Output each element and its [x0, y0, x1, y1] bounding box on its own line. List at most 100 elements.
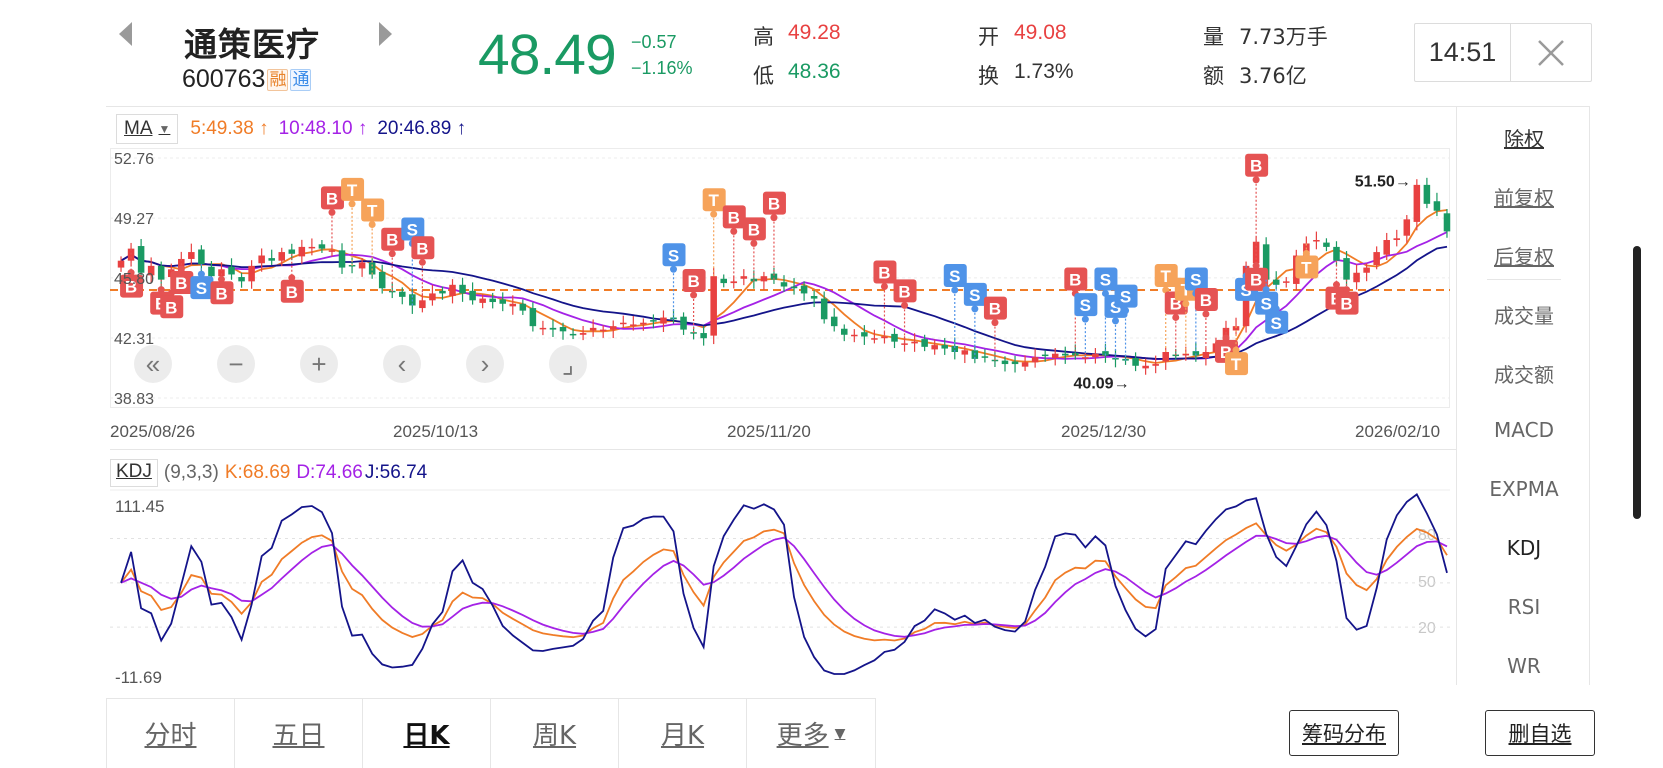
tab-daily-k[interactable]: 日K	[363, 699, 491, 768]
candle-body	[1272, 279, 1280, 285]
candle-body	[248, 265, 255, 282]
pan-right-icon: ›	[481, 349, 490, 379]
tab-more[interactable]: 更多 ▼	[747, 699, 875, 768]
candle-body	[308, 246, 316, 249]
option-backward-adjusted[interactable]: 后复权	[1457, 241, 1591, 270]
candlestick-chart[interactable]: BBBBSBBBTTBSBSBTBBBBBSSBBSSSSTBTSBBTSBSS…	[110, 148, 1456, 448]
candle-body	[459, 284, 466, 294]
y-tick-label: 49.27	[114, 211, 154, 228]
candle-body	[1021, 362, 1029, 367]
kdj-j-value: J:56.74	[364, 462, 428, 483]
x-tick-label: 2026/02/10	[1355, 422, 1441, 441]
price-change-percent: −1.16%	[631, 58, 693, 78]
previous-stock-arrow-icon[interactable]	[119, 22, 132, 46]
candle-body	[509, 303, 517, 307]
option-macd[interactable]: MACD	[1457, 418, 1591, 442]
trade-marker-label: S	[1120, 288, 1131, 307]
candle-body	[901, 343, 908, 345]
kdj-d-line	[120, 534, 1448, 638]
candle-body	[1132, 358, 1139, 366]
x-tick-label: 2025/12/30	[1061, 422, 1147, 441]
marker-dot	[730, 227, 738, 235]
candle-body	[660, 317, 667, 324]
stock-code: 600763	[182, 65, 266, 93]
candle-body	[861, 332, 868, 337]
close-button[interactable]	[1511, 24, 1591, 81]
stock-code-row: 600763 融 通	[182, 65, 312, 94]
y-tick-label: 52.76	[114, 151, 154, 168]
candle-body	[760, 276, 768, 282]
trade-marker-label: S	[969, 286, 980, 305]
current-price: 48.49	[478, 23, 617, 87]
option-volume[interactable]: 成交量	[1457, 300, 1591, 329]
candle-body	[117, 260, 125, 268]
max-price-label: 51.50→	[1355, 174, 1411, 191]
low-value: 48.36	[788, 60, 841, 83]
marker-dot	[901, 301, 909, 309]
candle-body	[881, 336, 888, 339]
trade-marker-label: T	[367, 201, 378, 220]
tab-intraday[interactable]: 分时	[107, 699, 235, 768]
candle-body	[419, 300, 426, 309]
trade-marker-label: T	[1301, 258, 1312, 277]
candle-body	[1202, 351, 1210, 359]
trade-marker-label: T	[1161, 267, 1172, 286]
trade-marker-label: S	[668, 246, 679, 265]
marker-dot	[750, 239, 758, 247]
candle-body	[841, 328, 848, 335]
option-wr[interactable]: WR	[1457, 654, 1591, 678]
x-tick-label: 2025/10/13	[393, 422, 479, 441]
tab-five-day[interactable]: 五日	[235, 699, 363, 768]
marker-dot	[770, 214, 778, 222]
candle-body	[941, 345, 948, 349]
candle-body	[489, 298, 496, 303]
indicator-select[interactable]: MA ▼	[116, 114, 179, 144]
kdj-legend: KDJ (9,3,3) K:68.69 D:74.66 J:56.74	[110, 459, 427, 487]
chip-distribution-button[interactable]: 筹码分布	[1289, 710, 1399, 756]
remove-watchlist-button[interactable]: 删自选	[1485, 710, 1595, 756]
price-change: −0.57	[631, 32, 677, 52]
marker-dot	[1182, 300, 1190, 308]
high-label: 高	[753, 25, 774, 49]
kdj-indicator-button[interactable]: KDJ	[110, 459, 158, 487]
candle-body	[1051, 353, 1059, 359]
option-amount[interactable]: 成交额	[1457, 359, 1591, 388]
candle-body	[238, 277, 245, 282]
option-kdj[interactable]: KDJ	[1457, 536, 1591, 560]
candle-body	[1423, 184, 1431, 204]
marker-dot	[1202, 310, 1210, 318]
candle-body	[1252, 241, 1260, 264]
candle-body	[1162, 351, 1169, 362]
candle-body	[891, 333, 898, 342]
trade-marker-label: T	[708, 191, 719, 210]
option-ex-rights[interactable]: 除权	[1457, 123, 1591, 152]
candle-body	[258, 255, 265, 264]
tab-monthly-k[interactable]: 月K	[619, 699, 747, 768]
marker-dot	[690, 291, 698, 299]
fast-back-icon: «	[146, 349, 160, 379]
option-forward-adjusted[interactable]: 前复权	[1457, 182, 1591, 211]
candle-body	[810, 296, 818, 299]
scrollbar[interactable]	[1633, 246, 1641, 519]
candle-body	[1333, 246, 1340, 261]
candle-body	[609, 326, 617, 330]
candle-body	[1001, 360, 1009, 365]
candle-body	[519, 303, 527, 311]
ma5-value: 5:49.38 ↑	[190, 118, 269, 139]
right-panel: 除权 前复权 后复权 成交量 成交额 MACD EXPMA KDJ RSI WR	[1456, 107, 1590, 685]
marker-dot	[991, 319, 999, 327]
time-box: 14:51	[1414, 23, 1592, 82]
candle-body	[1092, 353, 1099, 358]
candle-body	[1353, 272, 1360, 283]
candle-body	[700, 333, 707, 339]
candle-body	[720, 278, 727, 284]
next-stock-arrow-icon[interactable]	[379, 22, 392, 46]
candle-body	[1182, 353, 1190, 356]
open-label: 开	[978, 25, 999, 49]
caret-down-icon: ▼	[158, 122, 171, 136]
option-rsi[interactable]: RSI	[1457, 595, 1591, 619]
tab-weekly-k[interactable]: 周K	[491, 699, 619, 768]
candle-body	[338, 250, 346, 268]
trade-marker-label: B	[1250, 271, 1262, 290]
option-expma[interactable]: EXPMA	[1457, 477, 1591, 501]
